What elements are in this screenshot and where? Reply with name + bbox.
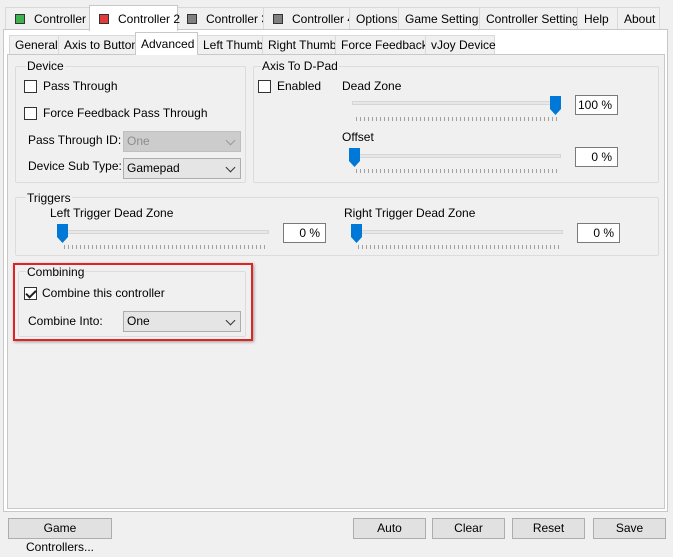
auto-button[interactable]: Auto	[353, 518, 426, 539]
dead-zone-slider-ticks	[356, 117, 558, 121]
chevron-down-icon	[225, 135, 236, 146]
subtab-advanced[interactable]: Advanced	[135, 32, 198, 55]
tab-controller-3[interactable]: Controller 3	[177, 7, 268, 30]
save-button[interactable]: Save	[593, 518, 666, 539]
force-feedback-pass-through-label: Force Feedback Pass Through	[43, 106, 208, 120]
tab-label: About	[624, 12, 656, 26]
controller-status-icon	[15, 14, 25, 24]
left-trigger-dead-zone-slider[interactable]	[57, 224, 68, 243]
right-trigger-dead-zone-slider[interactable]	[351, 224, 362, 243]
tab-label: Options	[356, 12, 398, 26]
offset-slider[interactable]	[349, 148, 360, 167]
force-feedback-pass-through-checkbox[interactable]	[24, 107, 37, 120]
tab-controller-2[interactable]: Controller 2	[89, 5, 181, 31]
tab-label: Controller 4	[292, 12, 355, 26]
offset-slider-ticks	[356, 169, 558, 173]
subtab-label: Force Feedback	[341, 38, 428, 52]
combine-into-select[interactable]: One	[123, 311, 241, 332]
axis-to-dpad-group-title: Axis To D-Pad	[261, 59, 339, 73]
subtab-label: Right Thumb	[268, 38, 337, 52]
combine-controller-checkbox[interactable]	[24, 287, 37, 300]
pass-through-id-value: One	[127, 134, 150, 148]
pass-through-label: Pass Through	[43, 79, 118, 93]
tab-label: Help	[584, 12, 609, 26]
combine-into-label: Combine Into:	[28, 314, 103, 328]
subtab-axis-to-button[interactable]: Axis to Button	[58, 35, 139, 54]
pass-through-checkbox[interactable]	[24, 80, 37, 93]
dead-zone-slider-track	[352, 101, 561, 105]
subtab-general[interactable]: General	[9, 35, 59, 54]
right-trigger-slider-track	[354, 230, 563, 234]
chevron-down-icon	[225, 315, 236, 326]
subtab-right-thumb[interactable]: Right Thumb	[262, 35, 336, 54]
tab-label: Controller 3	[206, 12, 269, 26]
device-sub-type-value: Gamepad	[127, 161, 180, 175]
dead-zone-value[interactable]: 100 %	[575, 95, 618, 115]
dpad-enabled-label: Enabled	[277, 79, 322, 93]
left-trigger-dead-zone-label: Left Trigger Dead Zone	[50, 206, 174, 220]
tab-about[interactable]: About	[617, 7, 660, 30]
chevron-down-icon	[225, 162, 236, 173]
tab-label: Controller 2	[118, 11, 181, 26]
dead-zone-label: Dead Zone	[342, 79, 402, 93]
offset-slider-track	[352, 154, 561, 158]
tab-label: Game Settings	[405, 12, 485, 26]
tab-controller-1[interactable]: Controller 1	[5, 7, 96, 30]
dpad-enabled-checkbox[interactable]	[258, 80, 271, 93]
subtab-label: vJoy Device	[431, 38, 496, 52]
offset-value[interactable]: 0 %	[575, 147, 618, 167]
clear-button[interactable]: Clear	[432, 518, 505, 539]
combining-group-title: Combining	[26, 265, 86, 279]
right-trigger-dead-zone-label: Right Trigger Dead Zone	[344, 206, 476, 220]
tab-controller-4[interactable]: Controller 4	[263, 7, 354, 30]
device-group-title: Device	[26, 59, 65, 73]
device-sub-type-label: Device Sub Type:	[28, 159, 122, 173]
tab-game-settings[interactable]: Game Settings	[398, 7, 484, 30]
tab-help[interactable]: Help	[577, 7, 618, 30]
tab-controller-settings[interactable]: Controller Settings	[479, 7, 585, 30]
right-trigger-slider-ticks	[358, 245, 560, 249]
pass-through-id-label: Pass Through ID:	[28, 133, 122, 147]
tab-label: Controller Settings	[486, 12, 585, 26]
controller-tab-strip: Controller 1 Controller 2 Controller 3 C…	[0, 0, 673, 31]
reset-button[interactable]: Reset	[512, 518, 585, 539]
left-trigger-slider-track	[60, 230, 269, 234]
right-trigger-dead-zone-value[interactable]: 0 %	[577, 223, 620, 243]
subtab-force-feedback[interactable]: Force Feedback	[335, 35, 428, 54]
offset-label: Offset	[342, 130, 374, 144]
left-trigger-dead-zone-value[interactable]: 0 %	[283, 223, 326, 243]
combine-into-value: One	[127, 314, 150, 328]
left-trigger-slider-ticks	[64, 245, 266, 249]
subtab-label: Advanced	[141, 37, 195, 51]
tab-options[interactable]: Options	[349, 7, 399, 30]
dead-zone-slider[interactable]	[550, 96, 561, 115]
controller-status-icon	[99, 13, 109, 24]
pass-through-id-select[interactable]: One	[123, 131, 241, 152]
subtab-label: General	[15, 38, 58, 52]
subtab-label: Left Thumb	[203, 38, 264, 52]
combine-controller-label: Combine this controller	[42, 286, 165, 300]
triggers-group-title: Triggers	[26, 191, 72, 205]
controller-status-icon	[187, 14, 197, 24]
subtab-left-thumb[interactable]: Left Thumb	[197, 35, 263, 54]
tab-label: Controller 1	[34, 12, 97, 26]
subtab-label: Axis to Button	[64, 38, 139, 52]
subtab-vjoy-device[interactable]: vJoy Device	[425, 35, 496, 54]
device-sub-type-select[interactable]: Gamepad	[123, 158, 241, 179]
controller-status-icon	[273, 14, 283, 24]
game-controllers-button[interactable]: Game Controllers...	[8, 518, 112, 554]
